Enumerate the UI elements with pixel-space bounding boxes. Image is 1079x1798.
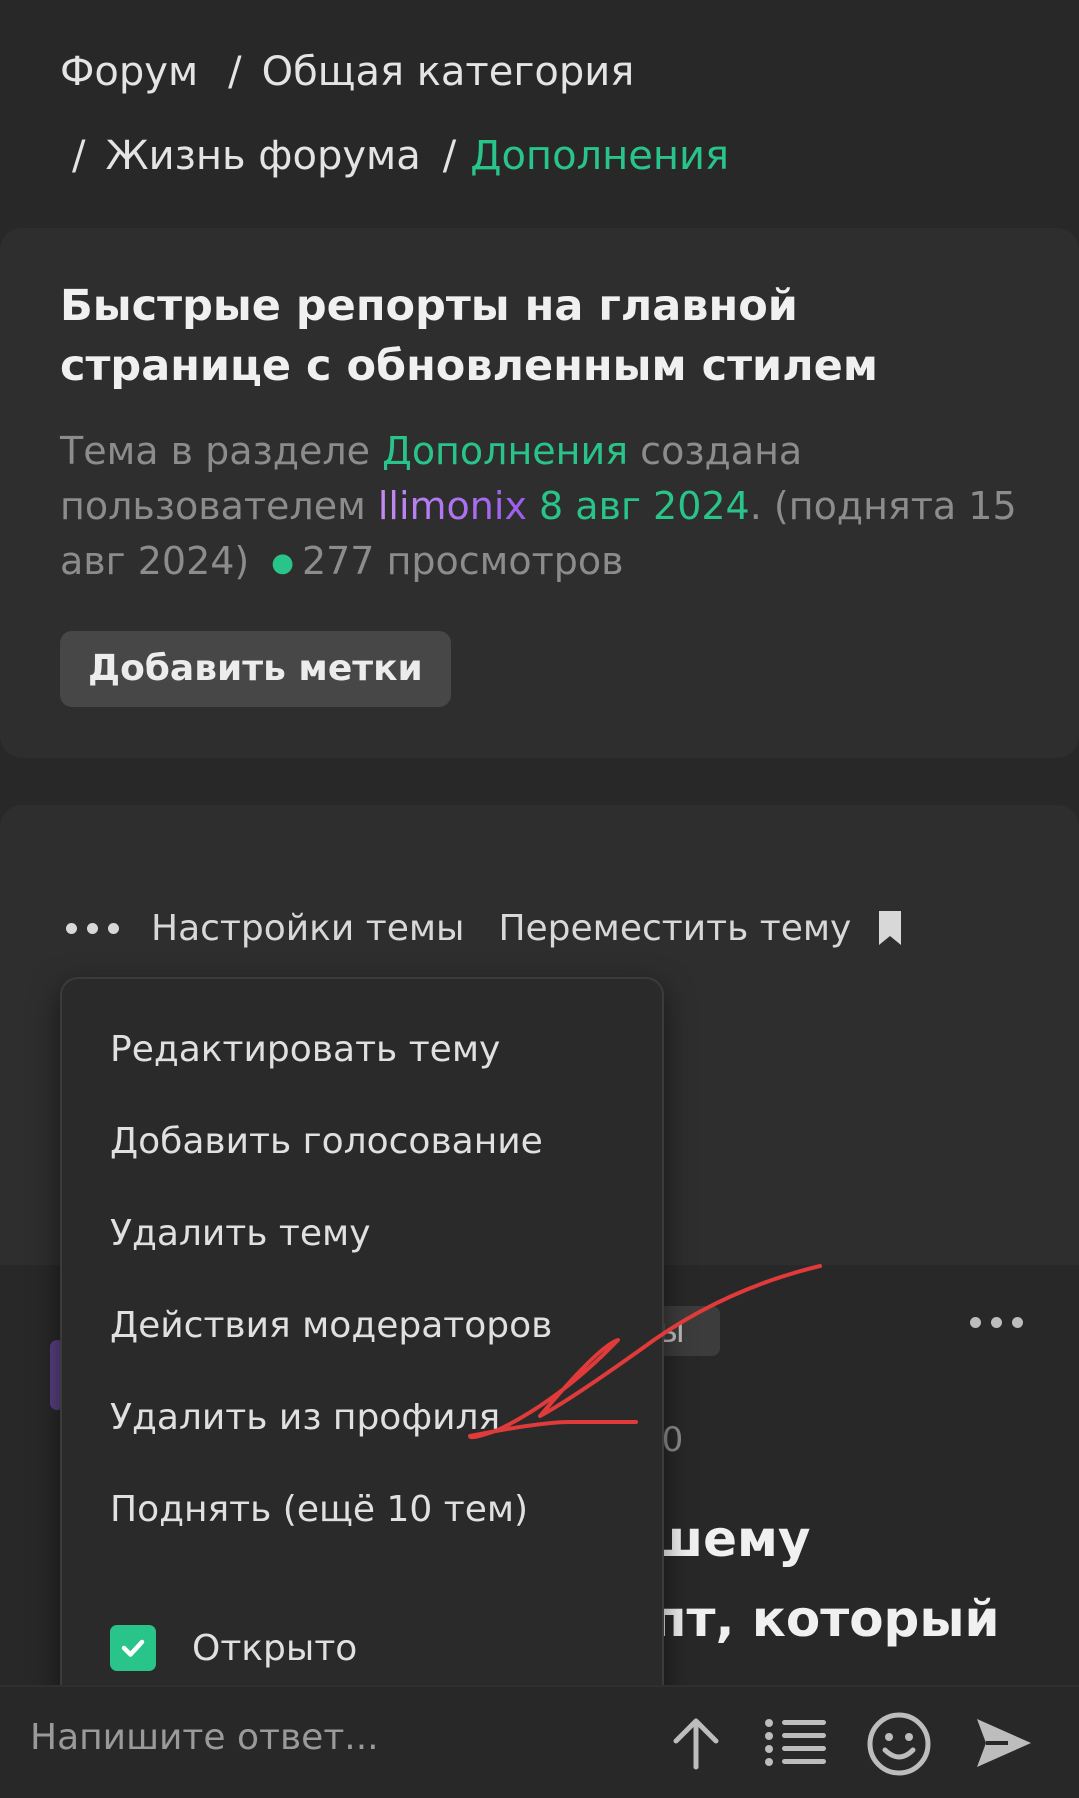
reply-bar: Напишите ответ... [0, 1685, 1079, 1798]
menu-item-add-poll[interactable]: Добавить голосование [110, 1121, 543, 1162]
add-tags-button[interactable]: Добавить метки [60, 631, 451, 707]
menu-item-open-toggle[interactable]: Открыто [110, 1625, 357, 1671]
bookmark-icon[interactable] [877, 909, 903, 947]
topic-settings-menu: Редактировать тему Добавить голосование … [60, 977, 664, 1719]
topic-date-link[interactable]: 8 авг 2024 [539, 484, 750, 528]
topic-settings-button[interactable]: Настройки темы [151, 908, 464, 949]
breadcrumb: Форум / Общая категория / Жизнь форума /… [60, 30, 1040, 198]
topic-header-card: Быстрые репорты на главной странице с об… [0, 228, 1079, 758]
meta-category-link[interactable]: Дополнения [382, 429, 628, 473]
reply-input[interactable]: Напишите ответ... [30, 1717, 379, 1758]
breadcrumb-line-2: / Жизнь форума / Дополнения [60, 114, 1040, 198]
breadcrumb-forum[interactable]: Форум [60, 30, 198, 114]
meta-user-word: пользователем [60, 484, 366, 528]
post-more-icon[interactable] [970, 1317, 1023, 1328]
breadcrumb-separator: / [228, 49, 242, 95]
topic-toolbar: Настройки темы Переместить тему [66, 896, 903, 960]
emoji-icon[interactable] [866, 1711, 932, 1777]
post-text-line-2: пт, который [652, 1590, 1000, 1648]
author-link[interactable]: llimonix [378, 484, 527, 528]
menu-item-remove-from-profile[interactable]: Удалить из профиля [110, 1397, 500, 1438]
menu-item-bump-topic[interactable]: Поднять (ещё 10 тем) [110, 1489, 528, 1530]
breadcrumb-line-1: Форум / Общая категория [60, 30, 1040, 114]
page: Форум / Общая категория / Жизнь форума /… [0, 0, 1079, 1798]
breadcrumb-addons[interactable]: Дополнения [470, 114, 729, 198]
menu-item-edit-topic[interactable]: Редактировать тему [110, 1029, 500, 1070]
send-icon[interactable] [974, 1715, 1034, 1771]
breadcrumb-forum-life[interactable]: Жизнь форума [105, 114, 420, 198]
checkbox-checked-icon[interactable] [110, 1625, 156, 1671]
post-text-line-1: шему [650, 1510, 811, 1568]
move-topic-button[interactable]: Переместить тему [498, 908, 851, 949]
meta-created-word: создана [640, 429, 803, 473]
breadcrumb-separator: / [72, 133, 86, 179]
menu-item-moderator-actions[interactable]: Действия модераторов [110, 1305, 552, 1346]
list-icon[interactable] [764, 1717, 828, 1769]
meta-prefix: Тема в разделе [60, 429, 371, 473]
topic-meta: Тема в разделе Дополнения создана пользо… [60, 424, 1020, 591]
arrow-up-icon[interactable] [668, 1713, 724, 1773]
menu-item-delete-topic[interactable]: Удалить тему [110, 1213, 371, 1254]
breadcrumb-general-category[interactable]: Общая категория [262, 30, 635, 114]
meta-dot-icon: ● [271, 548, 294, 578]
open-label: Открыто [192, 1627, 358, 1669]
topic-title: Быстрые репорты на главной странице с об… [60, 281, 878, 391]
more-options-icon[interactable] [66, 922, 119, 934]
topic-views: 277 просмотров [301, 539, 624, 583]
breadcrumb-separator: / [442, 133, 457, 179]
